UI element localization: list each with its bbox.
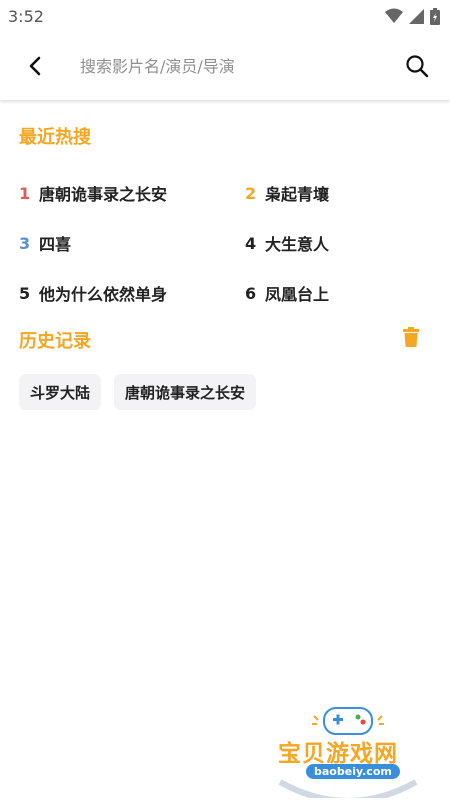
- hot-search-label: 凤凰台上: [265, 285, 330, 304]
- trash-icon: [403, 327, 419, 347]
- clear-history-button[interactable]: [398, 324, 424, 350]
- hot-search-rank: 5: [19, 283, 31, 303]
- hot-search-item[interactable]: 2 枭起青壤: [245, 168, 439, 218]
- hot-search-rank: 2: [245, 183, 257, 203]
- hot-search-rank: 3: [19, 233, 31, 253]
- search-input[interactable]: [70, 46, 384, 86]
- hot-search-item[interactable]: 4 大生意人: [245, 218, 439, 268]
- hot-search-rank: 4: [245, 233, 257, 253]
- hot-search-label: 枭起青壤: [265, 185, 330, 204]
- wifi-icon: [385, 8, 403, 23]
- back-button[interactable]: [0, 32, 70, 100]
- status-icons: [385, 7, 440, 25]
- search-button[interactable]: [384, 32, 450, 100]
- history-title: 历史记录: [19, 331, 91, 352]
- hot-search-item[interactable]: 3 四喜: [19, 218, 245, 268]
- watermark-url: baobeiy.com: [306, 764, 400, 779]
- hot-search-item[interactable]: 6 凤凰台上: [245, 268, 439, 318]
- hot-search-label: 大生意人: [265, 235, 330, 254]
- search-bar: [0, 32, 450, 100]
- battery-icon: [430, 7, 440, 25]
- hot-search-label: 四喜: [39, 235, 72, 254]
- chevron-left-icon: [29, 56, 41, 76]
- hot-search-rank: 6: [245, 283, 257, 303]
- history-chip[interactable]: 斗罗大陆: [19, 374, 102, 410]
- history-chip[interactable]: 唐朝诡事录之长安: [114, 374, 257, 410]
- signal-icon: [409, 8, 424, 24]
- hot-search-label: 唐朝诡事录之长安: [39, 185, 168, 204]
- search-icon: [406, 55, 429, 78]
- history-list: 斗罗大陆 唐朝诡事录之长安: [19, 374, 257, 410]
- hot-search-rank: 1: [19, 183, 31, 203]
- hot-search-label: 他为什么依然单身: [39, 285, 168, 304]
- hot-search-title: 最近热搜: [19, 127, 91, 148]
- watermark-title: 宝贝游戏网: [278, 741, 398, 767]
- hot-search-list: 1 唐朝诡事录之长安 2 枭起青壤 3 四喜 4 大生意人 5 他为什么依然单身 6 凤凰台上: [19, 168, 439, 318]
- status-time: 3:52: [8, 6, 44, 26]
- status-bar: 3:52: [0, 0, 450, 32]
- hot-search-item[interactable]: 1 唐朝诡事录之长安: [19, 168, 245, 218]
- watermark-logo: 宝贝游戏网 baobeiy.com: [268, 700, 428, 798]
- hot-search-item[interactable]: 5 他为什么依然单身: [19, 268, 245, 318]
